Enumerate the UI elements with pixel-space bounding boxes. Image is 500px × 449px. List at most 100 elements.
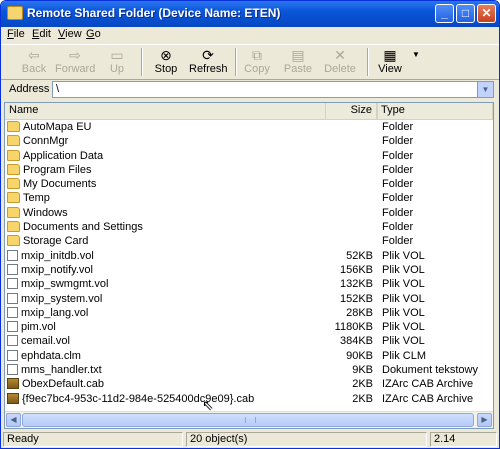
folder-app-icon (7, 6, 23, 20)
file-row[interactable]: mxip_initdb.vol 52KB Plik VOL (5, 249, 493, 263)
scroll-thumb[interactable] (22, 413, 474, 427)
file-name-cell: mxip_system.vol (7, 292, 102, 306)
address-bar: Address \ ▼ (1, 80, 499, 100)
mouse-cursor-icon: ⇖ (202, 397, 214, 413)
file-name: {f9ec7bc4-953c-11d2-984e-525400dc9e09}.c… (22, 392, 255, 405)
file-name-cell: mms_handler.txt (7, 363, 102, 377)
file-size: 152KB (339, 292, 373, 305)
text-file-icon (7, 364, 18, 376)
refresh-button[interactable]: ⟳ Refresh (189, 46, 228, 79)
file-row[interactable]: pim.vol 1180KB Plik VOL (5, 320, 493, 334)
file-row[interactable]: {f9ec7bc4-953c-11d2-984e-525400dc9e09}.c… (5, 392, 493, 406)
file-name: Temp (23, 192, 50, 205)
cab-icon (7, 378, 19, 390)
file-name: cemail.vol (21, 335, 70, 348)
file-row[interactable]: cemail.vol 384KB Plik VOL (5, 334, 493, 348)
copy-icon: ⧉ (252, 47, 262, 63)
file-name: mxip_lang.vol (21, 306, 89, 319)
close-button[interactable]: ✕ (477, 4, 496, 23)
file-row[interactable]: mxip_lang.vol 28KB Plik VOL (5, 306, 493, 320)
file-name-cell: ObexDefault.cab (7, 377, 104, 391)
address-label: Address (9, 83, 50, 95)
horizontal-scrollbar[interactable]: ◀ ▶ (5, 411, 493, 428)
status-bar: Ready 20 object(s) 2.14 (1, 431, 499, 448)
minimize-button[interactable]: _ (435, 4, 454, 23)
file-row[interactable]: Windows Folder (5, 206, 493, 220)
file-name: Application Data (23, 149, 104, 162)
toolbar-separator (141, 48, 143, 76)
folder-icon (7, 235, 20, 247)
status-right-panel: 2.14 (430, 432, 497, 447)
view-grid-icon: ▦ (383, 47, 397, 63)
folder-icon (7, 221, 20, 233)
file-type: Folder (382, 121, 414, 133)
folder-icon (7, 135, 20, 147)
up-button[interactable]: ▭ Up (105, 46, 129, 79)
file-row[interactable]: mxip_system.vol 152KB Plik VOL (5, 292, 493, 306)
file-row[interactable]: Program Files Folder (5, 163, 493, 177)
file-row[interactable]: ephdata.clm 90KB Plik CLM (5, 349, 493, 363)
file-name-cell: mxip_notify.vol (7, 263, 93, 277)
file-row[interactable]: AutoMapa EU Folder (5, 120, 493, 134)
status-text: Ready (3, 432, 183, 447)
file-type: Folder (382, 163, 414, 176)
file-name-cell: pim.vol (7, 320, 56, 334)
stop-button[interactable]: ⊗ Stop (152, 46, 180, 79)
file-row[interactable]: mxip_swmgmt.vol 132KB Plik VOL (5, 277, 493, 291)
menu-view[interactable]: View (58, 28, 82, 40)
menu-go[interactable]: Go (86, 28, 101, 40)
paste-button[interactable]: ▤ Paste (283, 46, 313, 79)
file-name-cell: My Documents (7, 177, 96, 191)
file-row[interactable]: Temp Folder (5, 191, 493, 205)
delete-x-icon: ✕ (334, 47, 346, 63)
file-name-cell: ephdata.clm (7, 349, 81, 363)
file-icon (7, 263, 18, 275)
file-type: Folder (382, 135, 414, 148)
file-row[interactable]: Storage Card Folder (5, 234, 493, 248)
forward-button[interactable]: ⇨ Forward (55, 46, 95, 79)
file-row[interactable]: Application Data Folder (5, 149, 493, 163)
file-row[interactable]: mxip_notify.vol 156KB Plik VOL (5, 263, 493, 277)
file-name-cell: AutoMapa EU (7, 120, 91, 134)
column-type[interactable]: Type (377, 103, 493, 119)
file-row[interactable]: My Documents Folder (5, 177, 493, 191)
back-button[interactable]: ⇦ Back (19, 46, 49, 79)
file-size: 384KB (339, 335, 373, 348)
toolbar: ⇦ Back ⇨ Forward ▭ Up ⊗ Stop ⟳ Refresh ⧉… (1, 44, 499, 80)
paste-icon: ▤ (291, 47, 305, 63)
file-name: ObexDefault.cab (22, 378, 104, 391)
column-size[interactable]: Size (325, 103, 377, 119)
address-dropdown-button[interactable]: ▼ (477, 82, 493, 97)
file-name-cell: Storage Card (7, 234, 88, 248)
scroll-right-button[interactable]: ▶ (477, 413, 492, 427)
file-name: AutoMapa EU (23, 121, 92, 133)
file-row[interactable]: ConnMgr Folder (5, 134, 493, 148)
view-dropdown-button[interactable]: ▼ (411, 46, 421, 79)
view-button[interactable]: ▦ View (375, 46, 405, 79)
file-row[interactable]: mms_handler.txt 9KB Dokument tekstowy (5, 363, 493, 377)
scroll-left-button[interactable]: ◀ (6, 413, 21, 427)
file-size: 90KB (346, 349, 373, 362)
file-row[interactable]: ObexDefault.cab 2KB IZArc CAB Archive (5, 377, 493, 391)
file-type: IZArc CAB Archive (382, 378, 474, 391)
menu-file[interactable]: File (7, 28, 25, 40)
file-size: 52KB (346, 249, 373, 262)
file-type: Plik VOL (382, 335, 425, 348)
file-row[interactable]: Documents and Settings Folder (5, 220, 493, 234)
file-icon (7, 349, 18, 361)
folder-icon (7, 178, 20, 190)
file-size: 156KB (339, 263, 373, 276)
delete-button[interactable]: ✕ Delete (323, 46, 357, 79)
file-name: mxip_notify.vol (21, 263, 93, 276)
title-bar[interactable]: Remote Shared Folder (Device Name: ETEN)… (1, 1, 499, 27)
scroll-grip (245, 417, 256, 423)
file-name-cell: Windows (7, 206, 68, 220)
address-input[interactable]: \ ▼ (52, 81, 494, 98)
file-type: Folder (382, 235, 414, 248)
column-name[interactable]: Name (5, 103, 377, 119)
file-type: Plik VOL (382, 249, 425, 262)
menu-edit[interactable]: Edit (32, 28, 51, 40)
folder-icon (7, 121, 20, 132)
copy-button[interactable]: ⧉ Copy (242, 46, 272, 79)
maximize-button[interactable]: □ (456, 4, 475, 23)
